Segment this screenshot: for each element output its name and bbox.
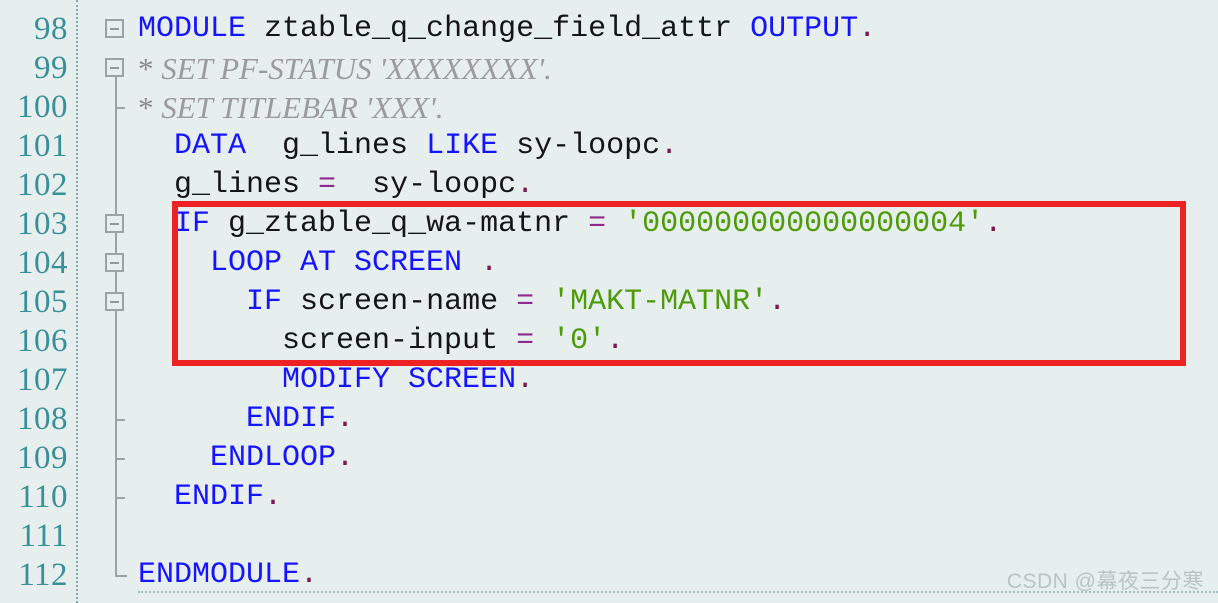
code-line[interactable]: screen-input = '0'.	[0, 322, 1218, 361]
code-line[interactable]: IF screen-name = 'MAKT-MATNR'.	[0, 283, 1218, 322]
code-token-kw: ENDIF	[246, 402, 337, 436]
code-token-cmt: SET TITLEBAR 'XXX'.	[161, 90, 444, 125]
code-line[interactable]: ENDIF.	[0, 400, 1218, 439]
code-token-dot: .	[984, 207, 1003, 241]
code-token-op: =	[318, 168, 337, 202]
code-line[interactable]: MODULE ztable_q_change_field_attr OUTPUT…	[0, 10, 1218, 49]
code-token-id: g_lines	[246, 129, 427, 163]
watermark-text: CSDN @幕夜三分寒	[1006, 570, 1204, 593]
code-token-str: '0'	[552, 324, 607, 358]
code-token-kw: IF	[246, 285, 283, 319]
code-token-star: *	[138, 90, 162, 125]
code-line[interactable]: g_lines = sy-loopc.	[0, 166, 1218, 205]
code-token-str: 'MAKT-MATNR'	[552, 285, 769, 319]
code-token-kw: LIKE	[426, 129, 499, 163]
code-content[interactable]: MODULE ztable_q_change_field_attr OUTPUT…	[0, 0, 1218, 603]
code-token-dot: .	[516, 168, 535, 202]
code-token-op: =	[516, 324, 535, 358]
code-token-kw: LOOP AT SCREEN	[210, 246, 463, 280]
code-line[interactable]: MODIFY SCREEN.	[0, 361, 1218, 400]
code-token-dot: .	[768, 285, 787, 319]
code-token-star: *	[138, 51, 162, 86]
code-token-kw: OUTPUT	[750, 12, 859, 46]
code-line[interactable]: ENDLOOP.	[0, 439, 1218, 478]
code-token-kw: ENDLOOP	[210, 441, 337, 475]
code-token-kw: MODIFY SCREEN	[282, 363, 517, 397]
code-token-kw: MODULE	[138, 12, 247, 46]
code-token-id	[606, 207, 624, 241]
code-token-kw: IF	[174, 207, 211, 241]
code-token-dot: .	[606, 324, 625, 358]
code-line[interactable]: ENDIF.	[0, 478, 1218, 517]
code-line[interactable]: DATA g_lines LIKE sy-loopc.	[0, 127, 1218, 166]
code-token-id: sy-loopc	[336, 168, 517, 202]
code-token-dot: .	[858, 12, 877, 46]
code-token-kw: ENDMODULE	[138, 558, 301, 592]
code-token-str: '000000000000000004'	[624, 207, 985, 241]
code-line[interactable]: * SET PF-STATUS 'XXXXXXXX'.	[0, 49, 1218, 88]
code-token-id: ztable_q_change_field_attr	[246, 12, 751, 46]
code-token-ind	[138, 324, 282, 358]
code-token-ind	[138, 441, 210, 475]
code-token-id	[534, 285, 552, 319]
code-token-ind	[138, 402, 246, 436]
code-token-op: =	[516, 285, 535, 319]
code-token-id	[462, 246, 480, 280]
code-token-dot: .	[300, 558, 319, 592]
code-line[interactable]: * SET TITLEBAR 'XXX'.	[0, 88, 1218, 127]
code-token-id: g_ztable_q_wa-matnr	[210, 207, 589, 241]
code-token-ind	[138, 246, 210, 280]
code-token-op: =	[588, 207, 607, 241]
code-token-ind	[138, 129, 174, 163]
code-token-id: screen-input	[282, 324, 517, 358]
code-token-ind	[138, 207, 174, 241]
code-token-dot: .	[336, 402, 355, 436]
code-token-id: sy-loopc	[498, 129, 661, 163]
code-line[interactable]	[0, 517, 1218, 556]
code-token-dot: .	[660, 129, 679, 163]
code-token-dot: .	[480, 246, 499, 280]
code-token-dot: .	[264, 480, 283, 514]
code-token-id	[534, 324, 552, 358]
code-editor: 97 9899100101102103104105106107108109110…	[0, 0, 1218, 603]
code-line[interactable]: IF g_ztable_q_wa-matnr = '00000000000000…	[0, 205, 1218, 244]
code-line[interactable]: LOOP AT SCREEN .	[0, 244, 1218, 283]
code-token-ind	[138, 285, 246, 319]
code-token-id: g_lines	[174, 168, 319, 202]
code-token-id: screen-name	[282, 285, 517, 319]
code-token-cmt: SET PF-STATUS 'XXXXXXXX'.	[161, 51, 552, 86]
code-token-kw: ENDIF	[174, 480, 265, 514]
code-token-ind	[138, 363, 282, 397]
code-token-dot: .	[336, 441, 355, 475]
code-token-dot: .	[516, 363, 535, 397]
code-token-ind	[138, 480, 174, 514]
code-token-kw: DATA	[174, 129, 247, 163]
code-token-ind	[138, 168, 174, 202]
